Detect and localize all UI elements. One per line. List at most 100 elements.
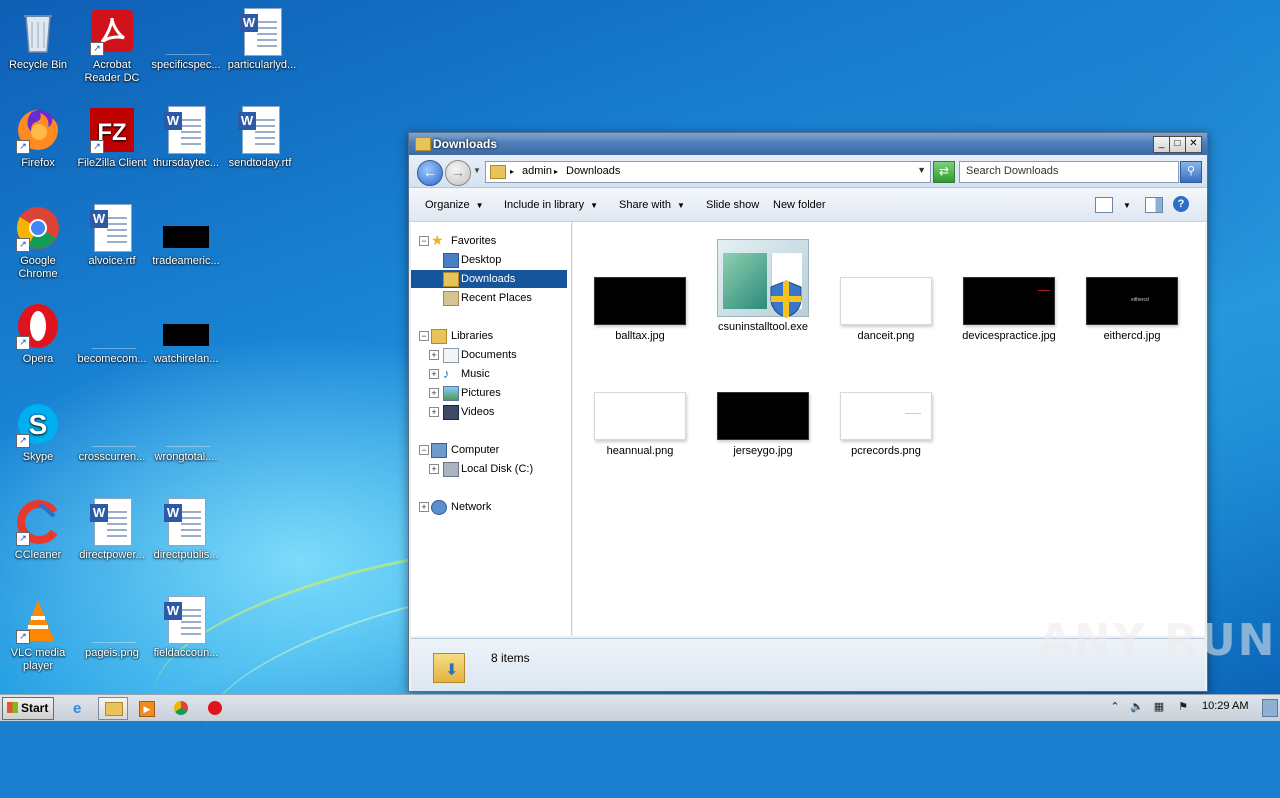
nav-computer[interactable]: − Computer [411,441,569,459]
breadcrumb-separator-icon[interactable]: ▸ [510,167,514,176]
file-item[interactable]: jerseygo.jpg [708,392,818,457]
nav-pictures[interactable]: + Pictures [411,384,569,402]
collapse-icon[interactable]: − [419,331,429,341]
desktop-icon-file[interactable]: W directpublis... [148,498,224,562]
expand-icon[interactable]: + [429,407,439,417]
shortcut-arrow-icon: ↗ [16,336,30,350]
desktop-icon-ccleaner[interactable]: ↗ CCleaner [0,498,76,562]
file-item[interactable]: devicespractice.jpg [954,277,1064,342]
nav-videos[interactable]: + Videos [411,403,569,421]
maximize-button[interactable]: □ [1169,136,1186,153]
collapse-icon[interactable]: − [419,445,429,455]
file-item[interactable]: eithercd eithercd.jpg [1077,277,1187,342]
desktop-icon-file[interactable]: specificspec... [148,8,224,72]
expand-icon[interactable]: + [429,464,439,474]
nav-favorites[interactable]: − ★ Favorites [411,232,569,250]
desktop-icon-file[interactable]: crosscurren... [74,400,150,464]
desktop-icon-file[interactable]: W particularlyd... [224,8,300,72]
include-in-library-button[interactable]: Include in library ▼ [504,199,598,211]
file-list[interactable]: balltax.jpg csuninstalltool.exe danceit.… [573,222,1205,636]
desktop-icon-opera[interactable]: ↗ Opera [0,302,76,366]
collapse-icon[interactable]: − [419,236,429,246]
action-center-flag-icon[interactable]: ⚑ [1176,700,1190,714]
nav-recent-places[interactable]: Recent Places [411,289,569,307]
start-button[interactable]: Start [2,697,54,720]
help-icon[interactable]: ? [1173,196,1189,212]
desktop-icon-chrome[interactable]: ↗ Google Chrome [0,204,76,281]
change-view-icon[interactable] [1095,197,1113,213]
show-desktop-button[interactable] [1262,699,1278,717]
view-options-dropdown-icon[interactable]: ▼ [1123,201,1131,210]
nav-documents[interactable]: + Documents [411,346,569,364]
desktop-icon-firefox[interactable]: ↗ Firefox [0,106,76,170]
show-hidden-icons[interactable]: ⌃ [1108,700,1122,714]
nav-downloads[interactable]: Downloads [411,270,567,288]
desktop-icon-file[interactable]: W alvoice.rtf [74,204,150,268]
nav-music-label: Music [461,368,490,380]
organize-button[interactable]: Organize ▼ [425,199,484,211]
desktop-icon-label: thursdaytec... [152,157,220,169]
expand-icon[interactable]: + [419,502,429,512]
desktop-icon-file[interactable]: watchirelan... [148,302,224,366]
taskbar-internet-explorer[interactable]: e [66,697,96,720]
taskbar-media-player[interactable]: ▶ [132,697,162,720]
image-thumbnail [594,392,686,440]
taskbar-chrome[interactable] [166,697,196,720]
expand-icon[interactable]: + [429,388,439,398]
expand-icon[interactable]: + [429,350,439,360]
file-item[interactable]: heannual.png [585,392,695,457]
network-tray-icon[interactable]: ▦ [1152,700,1166,714]
volume-icon[interactable]: 🔈 [1130,700,1144,714]
desktop-icon-skype[interactable]: S ↗ Skype [0,400,76,464]
file-item[interactable]: csuninstalltool.exe [708,239,818,333]
desktop-icon-file[interactable]: W fieldaccoun... [148,596,224,660]
nav-desktop[interactable]: Desktop [411,251,569,269]
desktop-icon-filezilla[interactable]: FZ ↗ FileZilla Client [74,106,150,170]
nav-documents-label: Documents [461,349,517,361]
address-dropdown-icon[interactable]: ▼ [917,165,926,175]
breadcrumb-admin[interactable]: admin [522,165,552,177]
file-item[interactable]: danceit.png [831,277,941,342]
desktop-icon-file[interactable]: W sendtoday.rtf [222,106,298,170]
shortcut-arrow-icon: ↗ [16,532,30,546]
word-document-icon: W [88,204,136,252]
preview-pane-icon[interactable] [1145,197,1163,213]
desktop-icon-file[interactable]: wrongtotal.... [148,400,224,464]
title-bar[interactable]: Downloads _ □ ✕ [409,133,1207,155]
desktop-icon-acrobat[interactable]: ↗ Acrobat Reader DC [74,8,150,85]
nav-libraries[interactable]: − Libraries [411,327,569,345]
minimize-button[interactable]: _ [1153,136,1170,153]
breadcrumb-separator-icon[interactable]: ▸ [554,167,558,176]
forward-button[interactable]: → [445,160,471,186]
image-thumbnail: eithercd [1086,277,1178,325]
desktop-icon-recycle-bin[interactable]: Recycle Bin [0,8,76,72]
file-item[interactable]: pcrecords.png [831,392,941,457]
back-button[interactable]: ← [417,160,443,186]
share-with-button[interactable]: Share with ▼ [619,199,685,211]
search-input[interactable]: Search Downloads [959,161,1179,183]
desktop-icon-file[interactable]: W directpower... [74,498,150,562]
slide-show-button[interactable]: Slide show [706,199,759,211]
breadcrumb-downloads[interactable]: Downloads [566,165,620,177]
ccleaner-icon: ↗ [14,498,62,546]
expand-icon[interactable]: + [429,369,439,379]
nav-local-disk[interactable]: + Local Disk (C:) [411,460,569,478]
file-item[interactable]: balltax.jpg [585,277,695,342]
desktop-icon-file[interactable]: becomecom... [74,302,150,366]
taskbar-opera[interactable] [200,697,230,720]
clock[interactable]: 10:29 AM [1202,700,1248,712]
desktop-icon-file[interactable]: W thursdaytec... [148,106,224,170]
nav-network[interactable]: + Network [411,498,569,516]
refresh-button[interactable]: ⇄ [933,161,955,183]
search-icon[interactable]: ⚲ [1180,161,1202,183]
new-folder-button[interactable]: New folder [773,199,826,211]
desktop-icon-file[interactable]: tradeameric... [148,204,224,268]
recent-pages-dropdown-icon[interactable]: ▼ [473,166,481,175]
taskbar-file-explorer[interactable] [98,697,128,720]
desktop-icon-file[interactable]: pageis.png [74,596,150,660]
address-field[interactable]: ▸ admin ▸ Downloads ▼ [485,161,931,183]
explorer-window[interactable]: Downloads _ □ ✕ ← → ▼ ▸ admin ▸ Download… [408,132,1208,692]
desktop-icon-vlc[interactable]: ↗ VLC media player [0,596,76,673]
close-button[interactable]: ✕ [1185,136,1202,153]
nav-music[interactable]: + ♪ Music [411,365,569,383]
